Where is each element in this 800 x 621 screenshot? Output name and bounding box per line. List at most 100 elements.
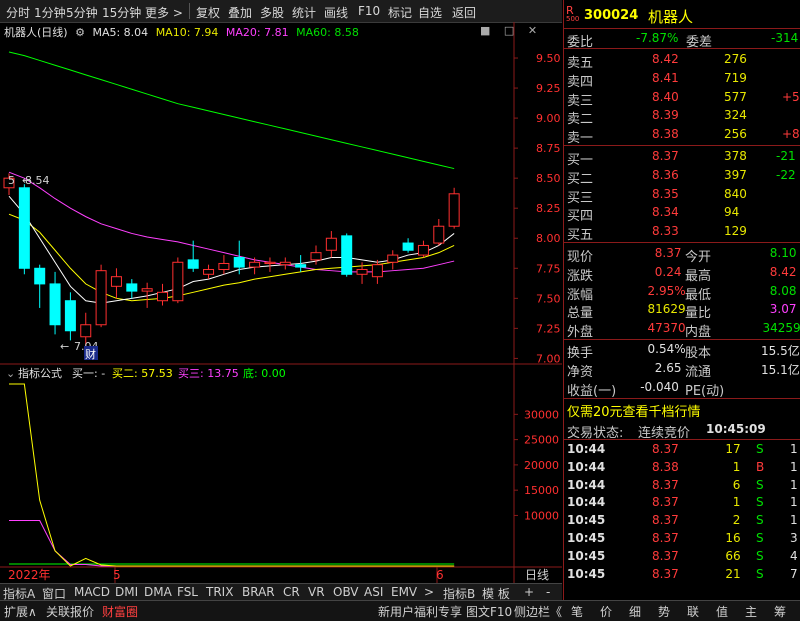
ask-level[interactable]: 卖五8.42276	[564, 51, 800, 69]
tick-row[interactable]: 10:458.3766S4	[564, 548, 800, 566]
wealth-circle-button[interactable]: 财富圈	[102, 603, 138, 620]
candle[interactable]	[19, 184, 29, 274]
candle[interactable]	[418, 241, 428, 258]
quote-stat-row[interactable]: 涨跌0.24最高8.42	[564, 264, 800, 282]
candle[interactable]	[111, 268, 121, 298]
candle[interactable]	[96, 265, 106, 327]
indicator-buy3: 买三: 13.75	[178, 367, 239, 380]
quote-stat-row[interactable]: 收益(一)-0.040PE(动)	[564, 379, 800, 397]
quote-stat-row[interactable]: 净资2.65流通15.1亿	[564, 360, 800, 378]
panel-tab-chips[interactable]: 筹	[774, 603, 786, 620]
candle[interactable]	[403, 238, 413, 252]
stat-value-left: 8.37	[655, 246, 682, 260]
ask-level[interactable]: 卖四8.41719	[564, 70, 800, 88]
candle[interactable]	[173, 257, 183, 303]
indicator-toggle-icon[interactable]: ⌄	[6, 367, 15, 380]
tab-more-arrow[interactable]: >	[424, 585, 434, 599]
candle[interactable]	[127, 279, 137, 298]
candle[interactable]	[326, 231, 336, 257]
tick-volume: 2	[733, 513, 741, 527]
candle[interactable]	[158, 284, 168, 306]
tick-row[interactable]: 10:458.3716S3	[564, 530, 800, 548]
related-quotes-button[interactable]: 关联报价	[46, 603, 94, 620]
tick-row[interactable]: 10:448.3717S1	[564, 441, 800, 459]
panel-tab-value[interactable]: 值	[716, 603, 728, 620]
bid-level[interactable]: 买二8.36397-22	[564, 167, 800, 185]
promo-text[interactable]: 仅需20元查看千档行情	[567, 401, 701, 420]
tick-row[interactable]: 10:448.381B1	[564, 459, 800, 477]
bid-level[interactable]: 买四8.3494	[564, 204, 800, 222]
candle-body	[326, 238, 336, 250]
candle[interactable]	[35, 265, 45, 308]
tick-row[interactable]: 10:458.3721S7	[564, 566, 800, 584]
candle[interactable]	[219, 255, 229, 274]
panel-tab-tick[interactable]: 笔	[571, 603, 583, 620]
new-user-promo[interactable]: 新用户福利专享	[378, 603, 462, 620]
candle-body	[188, 260, 198, 268]
quote-stat-row[interactable]: 外盘47370内盘34259	[564, 320, 800, 338]
panel-tab-related[interactable]: 联	[687, 603, 699, 620]
candle[interactable]	[372, 260, 382, 284]
candle[interactable]	[188, 241, 198, 272]
candle-body	[158, 292, 168, 300]
panel-tab-trend[interactable]: 势	[658, 603, 670, 620]
ask-price: 8.41	[652, 71, 679, 85]
candle[interactable]	[280, 257, 290, 269]
ask-level[interactable]: 卖三8.40577+5	[564, 89, 800, 107]
tab-asi[interactable]: ASI	[364, 585, 383, 599]
sidebar-toggle[interactable]: 侧边栏《	[514, 603, 562, 620]
candle[interactable]	[265, 257, 275, 271]
tab-remove[interactable]: -	[546, 585, 550, 599]
tab-dmi[interactable]: DMI	[115, 585, 138, 599]
tick-volume: 1	[733, 495, 741, 509]
tab-trix[interactable]: TRIX	[206, 585, 233, 599]
trade-status-row: 交易状态: 连续竞价 10:45:09	[564, 421, 800, 439]
panel-tab-main[interactable]: 主	[745, 603, 757, 620]
tab-cr[interactable]: CR	[283, 585, 300, 599]
event-label[interactable]: 财	[85, 347, 96, 361]
period-label[interactable]: 日线	[525, 568, 549, 582]
tick-row[interactable]: 10:448.371S1	[564, 494, 800, 512]
panel-tab-price[interactable]: 价	[600, 603, 612, 620]
stat-value-left: 2.65	[655, 361, 682, 375]
tab-macd[interactable]: MACD	[74, 585, 110, 599]
bid-level[interactable]: 买三8.35840	[564, 186, 800, 204]
candle[interactable]	[434, 219, 444, 245]
promo-row[interactable]: 仅需20元查看千档行情	[564, 400, 800, 418]
quote-stat-row[interactable]: 现价8.37今开8.10	[564, 245, 800, 263]
candle[interactable]	[449, 188, 459, 229]
graphic-f10-button[interactable]: 图文F10	[466, 603, 512, 620]
panel-tab-detail[interactable]: 细	[629, 603, 641, 620]
candle-body	[173, 262, 183, 300]
stock-code: 300024	[584, 8, 638, 23]
stat-label-left: 涨跌	[567, 265, 593, 284]
candle[interactable]	[342, 233, 352, 276]
ask-level[interactable]: 卖二8.39324	[564, 107, 800, 125]
candle-body	[234, 257, 244, 267]
expand-button[interactable]: 扩展∧	[4, 603, 37, 620]
tick-row[interactable]: 10:448.376S1	[564, 477, 800, 495]
tab-fsl[interactable]: FSL	[177, 585, 198, 599]
tab-brar[interactable]: BRAR	[242, 585, 275, 599]
y-tick-label: 7.75	[536, 262, 561, 275]
candle[interactable]	[204, 265, 214, 279]
candle[interactable]	[65, 292, 75, 340]
tick-direction: S	[756, 442, 764, 456]
tab-vr[interactable]: VR	[308, 585, 325, 599]
bid-level[interactable]: 买五8.33129	[564, 223, 800, 241]
tab-emv[interactable]: EMV	[391, 585, 417, 599]
tab-dma[interactable]: DMA	[144, 585, 172, 599]
quote-stat-row[interactable]: 换手0.54%股本15.5亿	[564, 341, 800, 359]
candle[interactable]	[50, 272, 60, 334]
bid-level[interactable]: 买一8.37378-21	[564, 148, 800, 166]
ask-level[interactable]: 卖一8.38256+8	[564, 126, 800, 144]
tab-obv[interactable]: OBV	[333, 585, 359, 599]
tick-row[interactable]: 10:458.372S1	[564, 512, 800, 530]
candle[interactable]	[388, 250, 398, 269]
kline-chart[interactable]: 9.509.259.008.758.508.258.007.757.507.25…	[0, 0, 562, 600]
quote-stat-row[interactable]: 涨幅2.95%最低8.08	[564, 283, 800, 301]
candle-body	[81, 325, 91, 337]
quote-stat-row[interactable]: 总量81629量比3.07	[564, 301, 800, 319]
tick-direction: S	[756, 478, 764, 492]
tab-add[interactable]: +	[524, 585, 534, 599]
